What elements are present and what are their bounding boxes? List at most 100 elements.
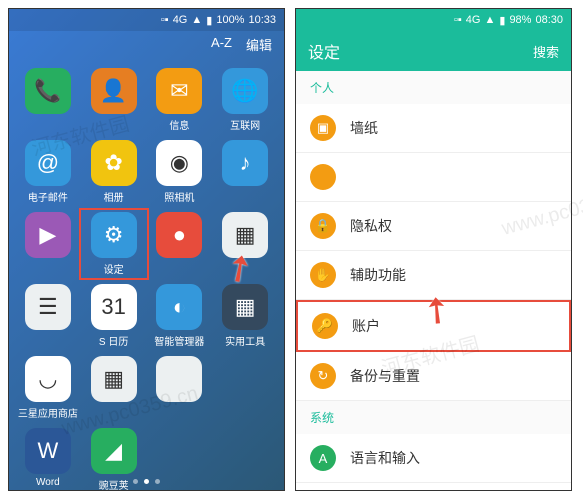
app-icon: ◉ — [156, 140, 202, 186]
app-item[interactable]: ◐ 智能管理器 — [149, 284, 211, 348]
settings-icon: A — [310, 445, 336, 471]
app-icon: ✉ — [156, 68, 202, 114]
page-title: 设定 — [308, 39, 340, 63]
app-icon: ♪ — [222, 140, 268, 186]
settings-item[interactable]: ✋ 辅助功能 — [296, 251, 571, 300]
wifi-icon: ▲ — [191, 14, 202, 26]
app-icon: 👤 — [91, 68, 137, 114]
app-item[interactable]: ♪ — [214, 140, 276, 204]
section-header: 个人 — [296, 71, 571, 104]
app-icon: ● — [156, 212, 202, 258]
app-item[interactable]: ✉ 信息 — [149, 68, 211, 132]
app-icon: ◢ — [91, 428, 137, 474]
settings-header: 设定 搜索 — [296, 31, 571, 71]
settings-item[interactable]: 🔒 隐私权 — [296, 202, 571, 251]
status-bar: ▫▪ 4G ▲ ▮ 98% 08:30 — [296, 9, 571, 31]
settings-label: 语言和输入 — [350, 448, 420, 468]
settings-label: 备份与重置 — [350, 366, 420, 386]
apps-toolbar: A-Z 编辑 — [9, 31, 284, 58]
app-item[interactable]: ◉ 照相机 — [149, 140, 211, 204]
settings-item[interactable]: 🔑 账户 — [296, 300, 571, 352]
app-item[interactable]: 🌐 互联网 — [214, 68, 276, 132]
wifi-icon: ▲ — [484, 14, 495, 26]
settings-label: 账户 — [352, 316, 380, 336]
app-item[interactable] — [214, 356, 276, 420]
edit-button[interactable]: 编辑 — [246, 35, 272, 54]
app-grid: 📞 👤 ✉ 信息 🌐 互联网 @ 电子邮件 ✿ 相册 ◉ 照相机 ♪ ▶ ⚙ 设定 ● ▦ ☰ 31 S 日历 ◐ 智能管理… — [9, 58, 284, 491]
settings-icon: 🔒 — [310, 213, 336, 239]
app-label: 智能管理器 — [154, 333, 204, 348]
app-label: 相册 — [104, 189, 124, 204]
phone-settings-screen: ▫▪ 4G ▲ ▮ 98% 08:30 设定 搜索 个人 ▣ 墙纸 🔒 隐私权 ✋ 辅助功能… — [295, 8, 572, 491]
app-item[interactable]: ▦ — [214, 212, 276, 276]
app-icon: ⚙ — [91, 212, 137, 258]
settings-icon: ✋ — [310, 262, 336, 288]
app-item[interactable]: 👤 — [83, 68, 145, 132]
app-label: 三星应用商店 — [18, 405, 78, 420]
app-icon: 🌐 — [222, 68, 268, 114]
app-item[interactable]: ✿ 相册 — [83, 140, 145, 204]
app-icon: 📞 — [25, 68, 71, 114]
signal-icon: ▫▪ — [454, 14, 462, 26]
settings-label: 墙纸 — [350, 118, 378, 138]
phone-home-screen: ▫▪ 4G ▲ ▮ 100% 10:33 A-Z 编辑 📞 👤 ✉ 信息 🌐 互联网 @ 电子… — [8, 8, 285, 491]
settings-icon: 🔑 — [312, 313, 338, 339]
app-item[interactable]: ● — [149, 212, 211, 276]
battery-icon: ▮ — [499, 14, 505, 27]
settings-item[interactable]: ↻ 备份与重置 — [296, 352, 571, 401]
settings-icon: ↻ — [310, 363, 336, 389]
app-item[interactable]: @ 电子邮件 — [17, 140, 79, 204]
settings-label: 辅助功能 — [350, 265, 406, 285]
app-label: S 日历 — [99, 333, 128, 348]
signal-icon: ▫▪ — [161, 14, 169, 26]
app-icon: ✿ — [91, 140, 137, 186]
settings-label: 隐私权 — [350, 216, 392, 236]
app-item[interactable]: ▶ — [17, 212, 79, 276]
app-icon: W — [25, 428, 71, 474]
app-icon: ◡ — [25, 356, 71, 402]
app-icon: ☰ — [25, 284, 71, 330]
settings-item[interactable]: A 语言和输入 — [296, 434, 571, 483]
app-icon: @ — [25, 140, 71, 186]
settings-list: 个人▣墙纸🔒隐私权✋辅助功能🔑账户↻备份与重置系统A语言和输入▮电池▤存储🕐日期… — [296, 71, 571, 491]
settings-item[interactable] — [296, 153, 571, 202]
app-label: 实用工具 — [225, 333, 265, 348]
app-icon — [156, 356, 202, 402]
battery-pct: 98% — [509, 14, 531, 26]
app-label: 电子邮件 — [28, 189, 68, 204]
app-item[interactable]: ☰ — [17, 284, 79, 348]
app-item[interactable]: ◡ 三星应用商店 — [17, 356, 79, 420]
app-icon: ◐ — [156, 284, 202, 330]
clock: 10:33 — [248, 14, 276, 26]
app-item[interactable]: 31 S 日历 — [83, 284, 145, 348]
app-icon: ▦ — [222, 284, 268, 330]
app-item[interactable] — [149, 356, 211, 420]
clock: 08:30 — [535, 14, 563, 26]
app-icon: ▦ — [222, 212, 268, 258]
app-item[interactable]: ▦ 实用工具 — [214, 284, 276, 348]
app-item[interactable]: ▦ — [83, 356, 145, 420]
network-label: 4G — [466, 14, 481, 26]
settings-item[interactable]: ▣ 墙纸 — [296, 104, 571, 153]
app-icon: ▦ — [91, 356, 137, 402]
app-item[interactable]: 📞 — [17, 68, 79, 132]
app-item[interactable]: ⚙ 设定 — [79, 208, 149, 280]
settings-icon — [310, 164, 336, 190]
app-label: 信息 — [169, 117, 189, 132]
app-label: 设定 — [104, 261, 124, 276]
app-icon: 31 — [91, 284, 137, 330]
status-bar: ▫▪ 4G ▲ ▮ 100% 10:33 — [9, 9, 284, 31]
battery-pct: 100% — [216, 14, 244, 26]
search-button[interactable]: 搜索 — [533, 42, 559, 61]
section-header: 系统 — [296, 401, 571, 434]
app-label: 照相机 — [164, 189, 194, 204]
settings-item[interactable]: ▮电池 — [296, 483, 571, 491]
network-label: 4G — [173, 14, 188, 26]
settings-icon: ▣ — [310, 115, 336, 141]
battery-icon: ▮ — [206, 14, 212, 27]
app-icon: ▶ — [25, 212, 71, 258]
app-icon — [222, 356, 268, 402]
sort-az[interactable]: A-Z — [211, 35, 232, 54]
app-label: 互联网 — [230, 117, 260, 132]
page-dots — [9, 479, 284, 484]
